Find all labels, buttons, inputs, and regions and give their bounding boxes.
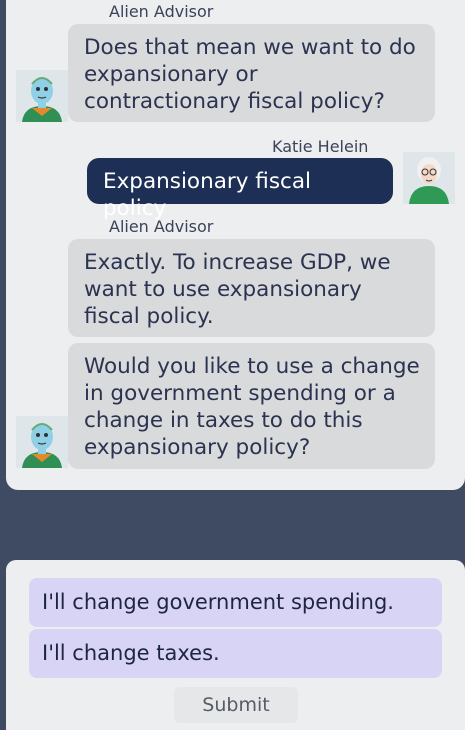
alien-advisor-avatar xyxy=(16,416,68,468)
user-message: Expansionary fiscal policy xyxy=(87,158,393,221)
sender-name: Alien Advisor xyxy=(109,217,214,236)
advisor-message: Exactly. To increase GDP, we want to use… xyxy=(68,239,435,337)
advisor-message: Would you like to use a change in govern… xyxy=(68,343,435,469)
answer-option-spending[interactable]: I'll change government spending. xyxy=(29,578,442,627)
katie-helein-avatar xyxy=(403,152,455,204)
submit-button[interactable]: Submit xyxy=(174,687,298,723)
sender-name: Alien Advisor xyxy=(109,2,214,21)
answer-option-taxes[interactable]: I'll change taxes. xyxy=(29,629,442,678)
chat-panel: Alien Advisor Does that mean we want to … xyxy=(6,0,465,490)
alien-advisor-avatar xyxy=(16,70,68,122)
advisor-message: Does that mean we want to do expansionar… xyxy=(68,24,435,122)
answer-panel: I'll change government spending. I'll ch… xyxy=(6,560,465,730)
sender-name: Katie Helein xyxy=(272,137,369,156)
